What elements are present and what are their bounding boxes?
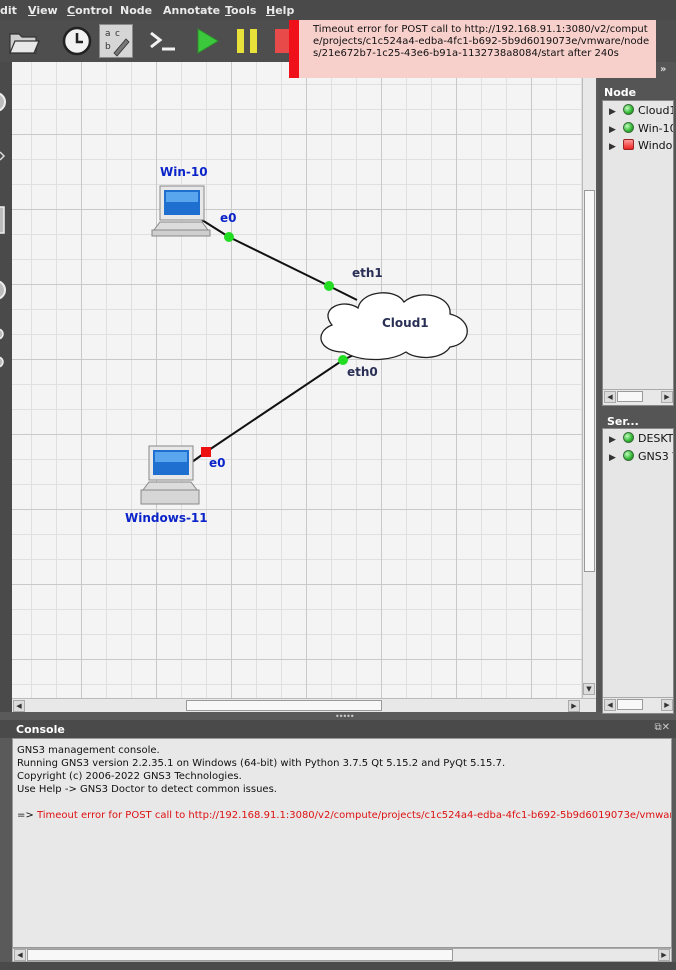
nodes-panel-scroll-thumb[interactable]	[617, 391, 643, 402]
menu-bar: dit View Control Node Annotate Tools Hel…	[0, 0, 676, 20]
menu-help[interactable]: Help	[266, 4, 294, 17]
status-started-icon	[623, 104, 634, 115]
status-bar	[0, 962, 676, 970]
topology-links	[140, 185, 468, 505]
console-line: Use Help -> GNS3 Doctor to detect common…	[17, 784, 277, 795]
nodes-panel-item-windows11[interactable]: ▶Windows-11	[609, 139, 673, 155]
menu-tools[interactable]: Tools	[225, 4, 256, 17]
scroll-left-arrow-icon[interactable]: ◀	[14, 949, 26, 961]
expand-arrow-icon[interactable]: ▶	[609, 142, 619, 152]
history-clock-icon[interactable]	[60, 24, 94, 58]
canvas-horizontal-scrollbar[interactable]: ◀ ▶	[12, 698, 596, 712]
servers-panel-item-gns3vm[interactable]: ▶GNS3 VM	[609, 450, 673, 466]
error-notification[interactable]: Timeout error for POST call to http://19…	[289, 20, 656, 78]
port-status-cloud1-eth0	[338, 355, 348, 365]
port-label-win10-e0: e0	[220, 211, 237, 225]
console-error-text: Timeout error for POST call to http://19…	[36, 810, 671, 821]
nodes-panel-item-win10[interactable]: ▶ Win-10	[609, 122, 673, 138]
show-interface-labels-icon[interactable]: acb	[99, 24, 133, 58]
scroll-left-arrow-icon[interactable]: ◀	[604, 699, 616, 711]
dock-expand-icon[interactable]: »	[660, 64, 666, 75]
scroll-right-arrow-icon[interactable]: ▶	[661, 699, 673, 711]
status-stopped-icon	[623, 139, 634, 150]
servers-panel: ▶DESKTOP ▶GNS3 VM ◀ ▶	[602, 428, 674, 714]
start-icon[interactable]	[190, 24, 224, 58]
status-started-icon	[623, 450, 634, 461]
expand-arrow-icon[interactable]: ▶	[609, 107, 619, 117]
windows11-computer-icon[interactable]	[140, 445, 200, 505]
win10-computer-icon[interactable]	[151, 185, 211, 237]
node-label-win10[interactable]: Win-10	[160, 165, 208, 179]
console-icon[interactable]	[146, 24, 180, 58]
console-line: Copyright (c) 2006-2022 GNS3 Technologie…	[17, 771, 242, 782]
nodes-panel: ▶Cloud1 ▶Win-10 ▶Windows-11 ◀ ▶	[602, 100, 674, 406]
expand-arrow-icon[interactable]: ▶	[609, 435, 619, 445]
scroll-right-arrow-icon[interactable]: ▶	[568, 700, 580, 712]
menu-annotate[interactable]: Annotate	[163, 4, 220, 17]
scroll-right-arrow-icon[interactable]: ▶	[661, 391, 673, 403]
suspend-icon[interactable]	[230, 24, 264, 58]
status-started-icon	[623, 122, 634, 133]
error-notification-message: Timeout error for POST call to http://19…	[313, 24, 650, 59]
console-float-close-icon[interactable]: ⧉✕	[654, 722, 670, 733]
port-label-cloud1-eth1: eth1	[352, 266, 383, 280]
servers-panel-title: Ser...	[607, 415, 639, 428]
console-error-line: => Timeout error for POST call to http:/…	[17, 810, 671, 821]
console-title: Console	[16, 723, 65, 736]
console-output[interactable]: GNS3 management console. Running GNS3 ve…	[12, 738, 672, 948]
nodes-panel-title: Node	[604, 86, 637, 99]
menu-node[interactable]: Node	[120, 4, 152, 17]
nodes-panel-item-cloud1[interactable]: ▶ Cloud1	[609, 104, 673, 120]
scroll-right-arrow-icon[interactable]: ▶	[658, 949, 670, 961]
canvas-vertical-scrollbar[interactable]: ▼	[582, 62, 596, 698]
scroll-down-arrow-icon[interactable]: ▼	[583, 683, 595, 695]
servers-panel-hscrollbar[interactable]: ◀ ▶	[603, 697, 673, 712]
console-title-bar: Console ⧉✕	[0, 720, 676, 738]
console-horizontal-scrollbar[interactable]: ◀ ▶	[12, 948, 672, 962]
left-toolbar	[0, 62, 12, 712]
port-label-windows11-e0: e0	[209, 456, 226, 470]
menu-control[interactable]: Control	[67, 4, 112, 17]
topology-canvas[interactable]: Win-10 e0 eth1 Cloud1 eth0 e0 Windows-11	[12, 62, 582, 698]
console-scroll-thumb[interactable]	[27, 949, 453, 961]
svg-text:a: a	[105, 29, 111, 39]
node-label-cloud1[interactable]: Cloud1	[382, 316, 429, 330]
scroll-left-arrow-icon[interactable]: ◀	[13, 700, 25, 712]
port-status-win10-e0	[224, 232, 234, 242]
horizontal-scroll-thumb[interactable]	[186, 700, 382, 711]
expand-arrow-icon[interactable]: ▶	[609, 125, 619, 135]
status-started-icon	[623, 432, 634, 443]
scroll-left-arrow-icon[interactable]: ◀	[604, 391, 616, 403]
servers-panel-scroll-thumb[interactable]	[617, 699, 643, 710]
console-prompt: =>	[17, 810, 34, 821]
svg-text:c: c	[115, 29, 120, 39]
console-line: GNS3 management console.	[17, 745, 160, 756]
open-folder-icon[interactable]	[6, 24, 40, 58]
port-label-cloud1-eth0: eth0	[347, 365, 378, 379]
error-accent-bar	[289, 20, 299, 78]
nodes-panel-hscrollbar[interactable]: ◀ ▶	[603, 389, 673, 404]
console-line: Running GNS3 version 2.2.35.1 on Windows…	[17, 758, 506, 769]
vertical-scroll-thumb[interactable]	[584, 190, 595, 572]
expand-arrow-icon[interactable]: ▶	[609, 453, 619, 463]
svg-text:b: b	[105, 42, 111, 52]
node-label-windows11[interactable]: Windows-11	[125, 511, 208, 525]
menu-view[interactable]: View	[28, 4, 58, 17]
servers-panel-item-desktop[interactable]: ▶DESKTOP	[609, 432, 673, 448]
port-status-cloud1-eth1	[324, 281, 334, 291]
menu-edit[interactable]: dit	[0, 4, 17, 17]
